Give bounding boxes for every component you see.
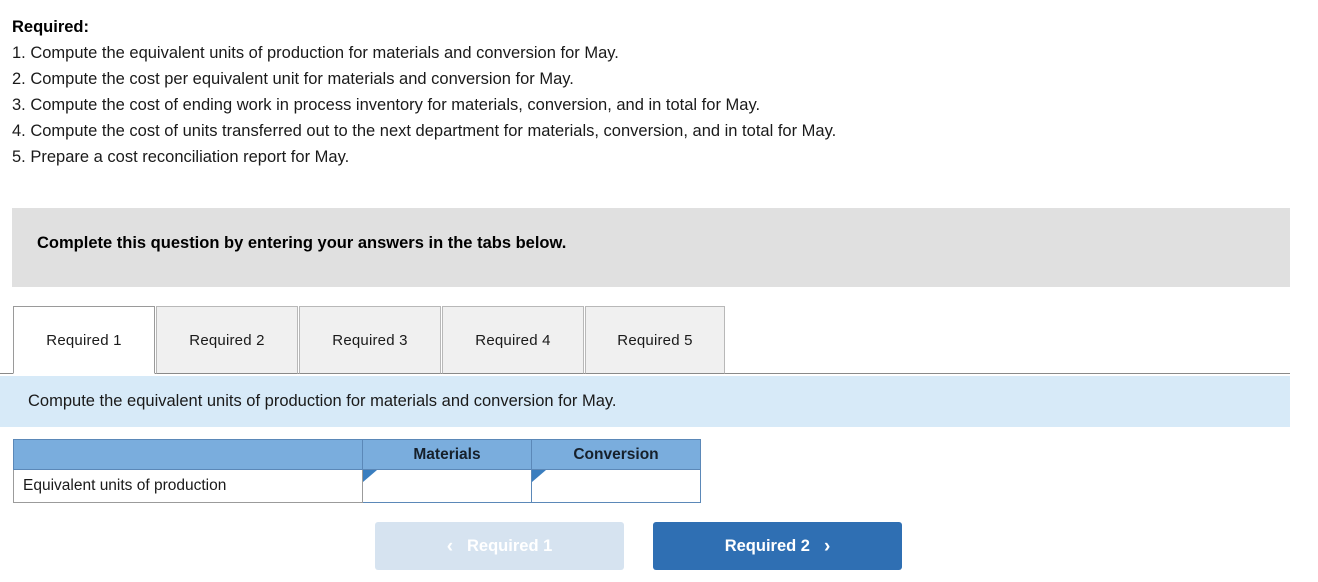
tab-bar: Required 1 Required 2 Required 3 Require… xyxy=(0,306,1318,375)
row-label-equivalent-units: Equivalent units of production xyxy=(13,469,363,503)
tab-label: Required 3 xyxy=(332,331,408,349)
table-header-row: Materials Conversion xyxy=(13,439,701,470)
chevron-right-icon: › xyxy=(823,535,831,557)
previous-required-button[interactable]: ‹ Required 1 xyxy=(375,522,624,570)
column-header-blank xyxy=(13,439,363,470)
materials-input-cell[interactable] xyxy=(362,469,532,503)
chevron-left-icon: ‹ xyxy=(446,535,454,557)
requirements-title: Required: xyxy=(12,18,90,36)
tab-label: Required 2 xyxy=(189,331,265,349)
navigation-bar: ‹ Required 1 Required 2 › xyxy=(375,522,905,570)
question-bar-text: Compute the equivalent units of producti… xyxy=(28,392,617,410)
column-header-materials: Materials xyxy=(362,439,532,470)
answer-table: Materials Conversion Equivalent units of… xyxy=(13,439,701,503)
tab-label: Required 1 xyxy=(46,331,122,349)
requirement-item-5: 5. Prepare a cost reconciliation report … xyxy=(12,148,350,166)
instruction-banner-text: Complete this question by entering your … xyxy=(37,234,567,252)
column-header-conversion: Conversion xyxy=(531,439,701,470)
instruction-banner: Complete this question by entering your … xyxy=(12,208,1290,287)
next-required-button[interactable]: Required 2 › xyxy=(653,522,902,570)
next-required-label: Required 2 xyxy=(724,536,810,555)
tab-required-4[interactable]: Required 4 xyxy=(442,306,584,374)
previous-required-label: Required 1 xyxy=(467,536,553,555)
tab-required-3[interactable]: Required 3 xyxy=(299,306,441,374)
question-bar: Compute the equivalent units of producti… xyxy=(0,376,1290,427)
requirement-item-2: 2. Compute the cost per equivalent unit … xyxy=(12,70,574,88)
answer-table-body: Equivalent units of production xyxy=(13,469,701,503)
conversion-input[interactable] xyxy=(533,471,699,501)
requirements-block: Required: 1. Compute the equivalent unit… xyxy=(12,14,1292,170)
requirement-item-3: 3. Compute the cost of ending work in pr… xyxy=(12,96,761,114)
tab-required-2[interactable]: Required 2 xyxy=(156,306,298,374)
materials-input[interactable] xyxy=(364,471,530,501)
requirement-item-1: 1. Compute the equivalent units of produ… xyxy=(12,44,619,62)
conversion-input-cell[interactable] xyxy=(531,469,701,503)
tab-required-5[interactable]: Required 5 xyxy=(585,306,725,374)
tab-label: Required 4 xyxy=(475,331,551,349)
tab-required-1[interactable]: Required 1 xyxy=(13,306,155,374)
answer-table-head: Materials Conversion xyxy=(13,439,701,470)
tab-label: Required 5 xyxy=(617,331,693,349)
table-row: Equivalent units of production xyxy=(13,469,701,503)
requirement-item-4: 4. Compute the cost of units transferred… xyxy=(12,122,837,140)
